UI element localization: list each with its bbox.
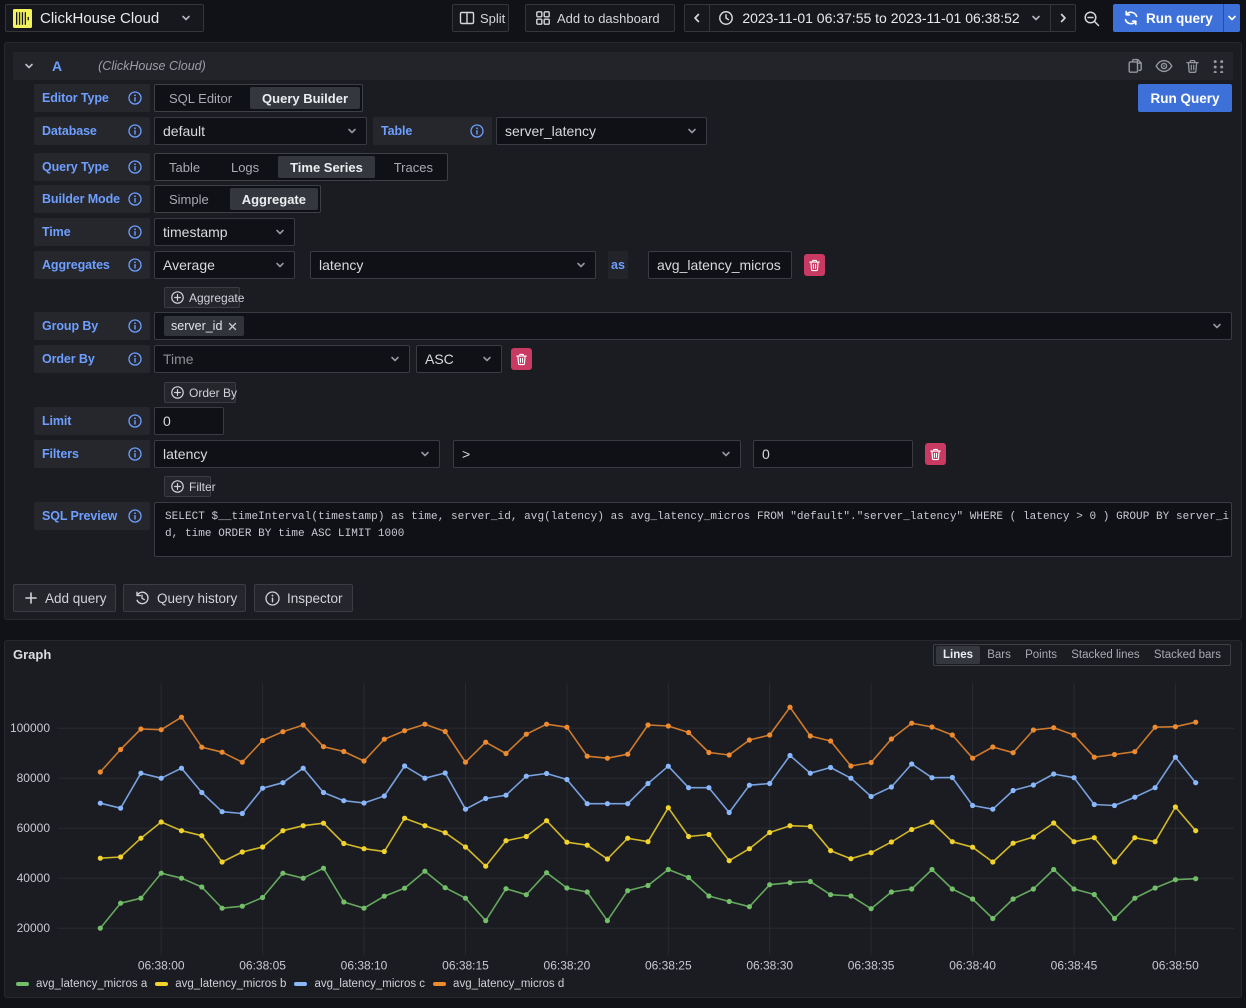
svg-text:06:38:15: 06:38:15 — [442, 959, 489, 973]
svg-text:20000: 20000 — [17, 921, 51, 935]
svg-text:06:38:20: 06:38:20 — [544, 959, 591, 973]
svg-text:06:38:30: 06:38:30 — [746, 959, 793, 973]
svg-text:06:38:40: 06:38:40 — [949, 959, 996, 973]
svg-text:06:38:10: 06:38:10 — [341, 959, 388, 973]
svg-text:06:38:45: 06:38:45 — [1051, 959, 1098, 973]
svg-text:06:38:50: 06:38:50 — [1152, 959, 1199, 973]
svg-text:60000: 60000 — [17, 821, 51, 835]
svg-text:06:38:25: 06:38:25 — [645, 959, 692, 973]
svg-text:06:38:35: 06:38:35 — [848, 959, 895, 973]
svg-text:06:38:00: 06:38:00 — [138, 959, 185, 973]
svg-text:80000: 80000 — [17, 771, 51, 785]
svg-text:100000: 100000 — [10, 721, 50, 735]
svg-text:06:38:05: 06:38:05 — [239, 959, 286, 973]
svg-text:40000: 40000 — [17, 871, 51, 885]
